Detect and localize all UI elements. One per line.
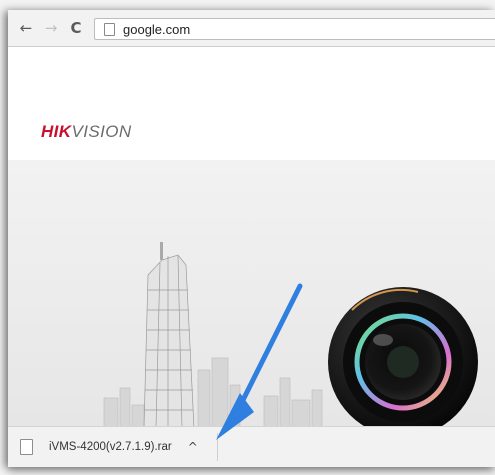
chevron-up-icon[interactable]: ^ <box>188 440 198 454</box>
address-url: google.com <box>123 21 191 37</box>
download-divider <box>217 433 218 461</box>
download-filename[interactable]: iVMS-4200(v2.7.1.9).rar <box>49 441 172 453</box>
forward-arrow-icon[interactable]: → <box>42 18 60 38</box>
page-content: HIKVISION <box>8 47 495 428</box>
download-item[interactable]: iVMS-4200(v2.7.1.9).rar ^ <box>20 433 216 461</box>
back-arrow-icon[interactable]: ← <box>17 18 35 38</box>
address-bar[interactable]: google.com <box>94 18 495 40</box>
logo-hik-text: HIK <box>41 122 72 141</box>
logo-vision-text: VISION <box>71 122 132 141</box>
download-bar: iVMS-4200(v2.7.1.9).rar ^ <box>8 426 495 467</box>
browser-window: ← → C google.com HIKVISION iVMS-4200(v2.… <box>8 10 495 467</box>
file-icon <box>20 439 33 455</box>
page-icon <box>104 22 115 36</box>
city-camera-illustration <box>8 160 495 428</box>
tower-building <box>143 254 195 428</box>
reload-icon[interactable]: C <box>67 18 85 38</box>
browser-toolbar: ← → C google.com <box>8 10 495 47</box>
hero-banner <box>8 160 495 428</box>
hikvision-logo: HIKVISION <box>41 122 132 142</box>
